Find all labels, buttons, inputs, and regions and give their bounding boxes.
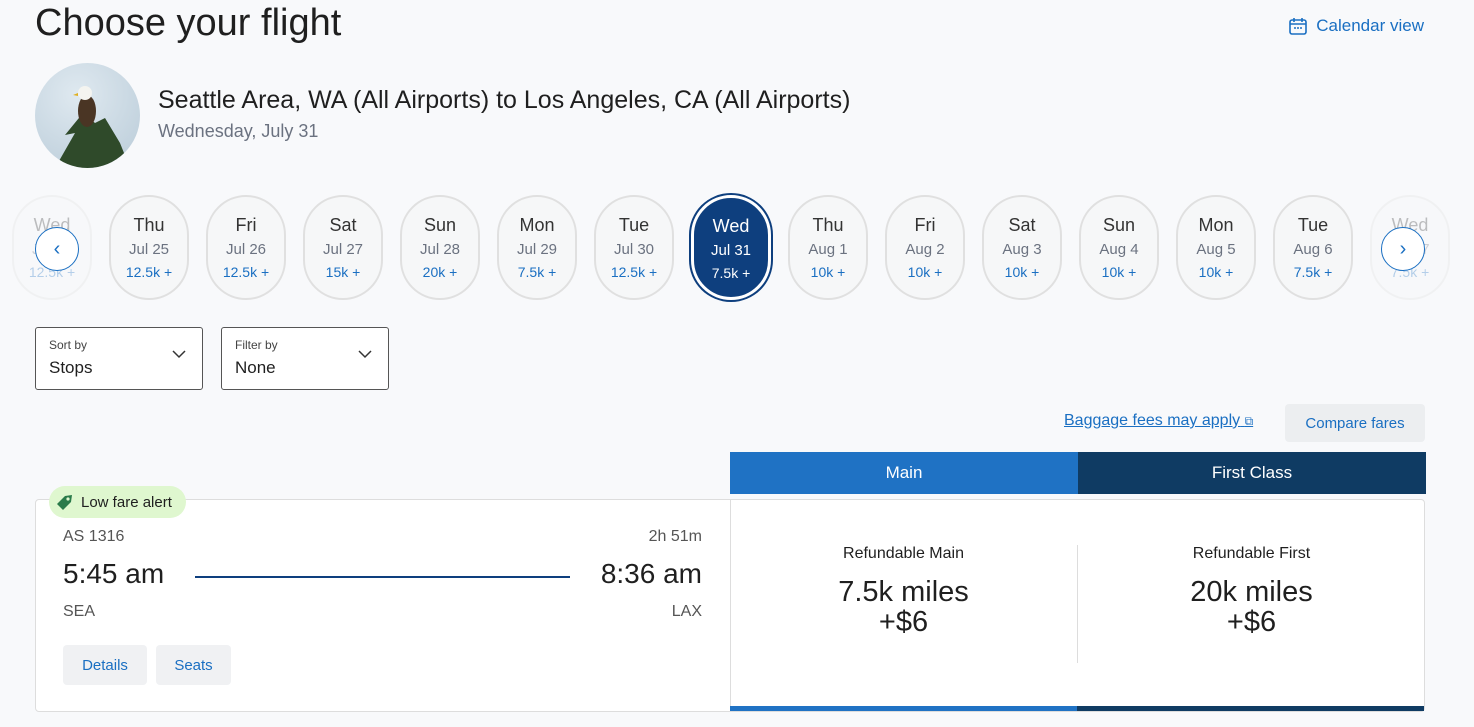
- day-date: Jul 29: [516, 241, 558, 258]
- arrival-time: 8:36 am: [600, 558, 702, 589]
- calendar-view-label: Calendar view: [1316, 16, 1424, 35]
- fare-name: Refundable First: [1192, 545, 1311, 562]
- day-date: Aug 4: [1099, 241, 1139, 258]
- date-option-wed-jul-31[interactable]: Wed Jul 31 7.5k +: [691, 195, 771, 300]
- day-price: 15k +: [325, 264, 361, 280]
- day-name: Sat: [1008, 215, 1036, 235]
- day-name: Wed: [712, 216, 750, 236]
- departure-time: 5:45 am: [63, 558, 165, 589]
- date-option-sat-jul-27[interactable]: Sat Jul 27 15k +: [303, 195, 383, 300]
- date-option-fri-jul-26[interactable]: Fri Jul 26 12.5k +: [206, 195, 286, 300]
- origin-airport: SEA: [63, 603, 96, 620]
- day-price: 10k +: [907, 264, 943, 280]
- next-dates-button[interactable]: ›: [1381, 227, 1425, 271]
- details-button[interactable]: Details: [63, 645, 147, 685]
- day-name: Sun: [423, 215, 457, 235]
- travel-date: Wednesday, July 31: [158, 121, 319, 141]
- date-option-thu-aug-1[interactable]: Thu Aug 1 10k +: [788, 195, 868, 300]
- filter-label: Filter by: [235, 338, 278, 352]
- day-price: 10k +: [1101, 264, 1137, 280]
- fare-name: Refundable Main: [843, 545, 964, 562]
- chevron-down-icon: [358, 350, 372, 359]
- day-name: Thu: [133, 215, 165, 235]
- tab-main[interactable]: Main: [730, 452, 1078, 494]
- sort-label: Sort by: [49, 338, 88, 352]
- fare-miles: 7.5k miles: [838, 576, 969, 608]
- date-option-sun-aug-4[interactable]: Sun Aug 4 10k +: [1079, 195, 1159, 300]
- date-option-thu-jul-25[interactable]: Thu Jul 25 12.5k +: [109, 195, 189, 300]
- day-price: 7.5k +: [711, 265, 751, 281]
- baggage-fees-link[interactable]: Baggage fees may apply ⧉: [1064, 412, 1253, 430]
- sort-by-select[interactable]: Sort by Stops: [35, 327, 203, 390]
- day-date: Aug 6: [1293, 241, 1333, 258]
- flight-duration: 2h 51m: [648, 528, 702, 545]
- fare-tax: +$6: [878, 606, 929, 638]
- destination-airport: LAX: [671, 603, 702, 620]
- date-option-fri-aug-2[interactable]: Fri Aug 2 10k +: [885, 195, 965, 300]
- day-price: 10k +: [1004, 264, 1040, 280]
- page-title: Choose your flight: [35, 2, 342, 44]
- fare-tax: +$6: [1226, 606, 1277, 638]
- tag-icon: [57, 495, 72, 510]
- route-title: Seattle Area, WA (All Airports) to Los A…: [158, 86, 851, 114]
- day-date: Jul 27: [322, 241, 364, 258]
- day-name: Tue: [618, 215, 650, 235]
- filter-value: None: [235, 358, 276, 377]
- flight-path-line: [195, 576, 570, 578]
- chevron-left-icon: ‹: [53, 237, 61, 260]
- day-date: Jul 26: [225, 241, 267, 258]
- day-name: Fri: [914, 215, 936, 235]
- date-option-sat-aug-3[interactable]: Sat Aug 3 10k +: [982, 195, 1062, 300]
- day-date: Aug 5: [1196, 241, 1236, 258]
- day-date: Jul 25: [128, 241, 170, 258]
- fare-refundable-first[interactable]: Refundable First 20k miles +$6: [1078, 499, 1425, 637]
- filter-by-select[interactable]: Filter by None: [221, 327, 389, 390]
- compare-fares-button[interactable]: Compare fares: [1285, 404, 1425, 442]
- day-price: 12.5k +: [610, 264, 658, 280]
- flight-number: AS 1316: [63, 528, 125, 545]
- chevron-down-icon: [172, 350, 186, 359]
- date-option-tue-aug-6[interactable]: Tue Aug 6 7.5k +: [1273, 195, 1353, 300]
- date-option-sun-jul-28[interactable]: Sun Jul 28 20k +: [400, 195, 480, 300]
- day-name: Sat: [329, 215, 357, 235]
- seats-button[interactable]: Seats: [156, 645, 231, 685]
- fare-refundable-main[interactable]: Refundable Main 7.5k miles +$6: [730, 499, 1077, 637]
- day-price: 7.5k +: [1293, 264, 1333, 280]
- date-option-mon-aug-5[interactable]: Mon Aug 5 10k +: [1176, 195, 1256, 300]
- day-date: Aug 3: [1002, 241, 1042, 258]
- date-option-tue-jul-30[interactable]: Tue Jul 30 12.5k +: [594, 195, 674, 300]
- day-date: Jul 30: [613, 241, 655, 258]
- day-price: 20k +: [422, 264, 458, 280]
- baggage-label: Baggage fees may apply: [1064, 412, 1241, 429]
- chevron-right-icon: ›: [1399, 237, 1407, 260]
- day-date: Aug 2: [905, 241, 945, 258]
- tab-first-class[interactable]: First Class: [1078, 452, 1426, 494]
- day-price: 10k +: [810, 264, 846, 280]
- day-price: 7.5k +: [517, 264, 557, 280]
- day-name: Sun: [1102, 215, 1136, 235]
- previous-dates-button[interactable]: ‹: [35, 227, 79, 271]
- alert-label: Low fare alert: [81, 493, 172, 511]
- day-name: Mon: [1198, 215, 1234, 235]
- destination-avatar: [35, 63, 140, 168]
- day-price: 12.5k +: [125, 264, 173, 280]
- sort-value: Stops: [49, 358, 93, 377]
- day-name: Thu: [812, 215, 844, 235]
- fare-miles: 20k miles: [1190, 576, 1313, 608]
- day-date: Aug 1: [808, 241, 848, 258]
- calendar-icon: [1289, 18, 1308, 35]
- date-option-mon-jul-29[interactable]: Mon Jul 29 7.5k +: [497, 195, 577, 300]
- day-price: 10k +: [1198, 264, 1234, 280]
- day-date: Jul 28: [419, 241, 461, 258]
- day-name: Mon: [519, 215, 555, 235]
- external-link-icon: ⧉: [1244, 414, 1254, 428]
- calendar-view-link[interactable]: Calendar view: [1288, 16, 1424, 36]
- day-name: Fri: [235, 215, 257, 235]
- low-fare-alert-badge: Low fare alert: [49, 486, 186, 518]
- day-price: 12.5k +: [222, 264, 270, 280]
- day-name: Tue: [1297, 215, 1329, 235]
- day-date: Jul 31: [710, 242, 752, 259]
